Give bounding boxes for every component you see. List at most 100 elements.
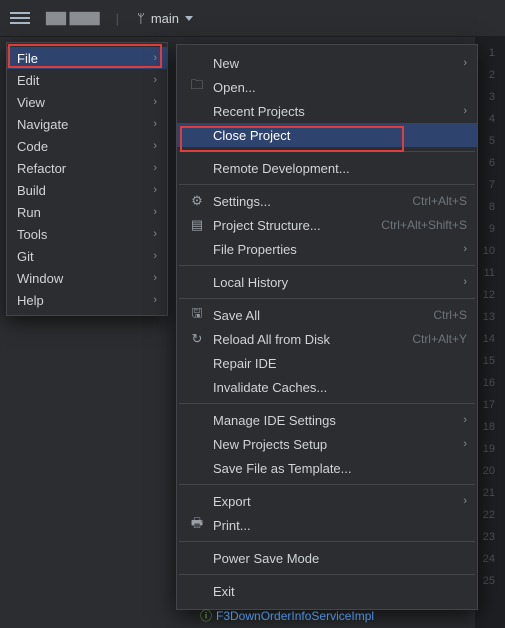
print-icon: 🖶 <box>189 514 205 536</box>
interface-icon: ⓘ <box>200 607 212 624</box>
gear-icon: ⚙ <box>189 193 205 209</box>
menu-item-shortcut: Ctrl+Alt+Y <box>412 332 467 346</box>
file-menu-item-recent-projects[interactable]: Recent Projects› <box>177 99 477 123</box>
editor-tab-label: F3DownOrderInfoServiceImpl <box>216 609 374 623</box>
chevron-right-icon: › <box>153 52 157 64</box>
main-menu-label: Git <box>17 249 34 264</box>
chevron-right-icon: › <box>153 162 157 174</box>
line-number: 24 <box>475 548 495 570</box>
chevron-right-icon: › <box>153 118 157 130</box>
file-menu-item-new-projects-setup[interactable]: New Projects Setup › <box>177 432 477 456</box>
main-menu-label: Refactor <box>17 161 66 176</box>
line-number: 12 <box>475 284 495 306</box>
main-menu-label: File <box>17 51 38 66</box>
main-menu-item-navigate[interactable]: Navigate› <box>7 113 167 135</box>
line-number: 6 <box>475 152 495 174</box>
main-menu-label: Help <box>17 293 44 308</box>
folder-icon: 🗀 <box>189 76 205 98</box>
menu-item-label: New Projects Setup <box>213 437 455 452</box>
file-menu-item-reload-all-from-disk[interactable]: ↻Reload All from DiskCtrl+Alt+Y <box>177 327 477 351</box>
file-menu-item-save-all[interactable]: 🖫Save AllCtrl+S <box>177 303 477 327</box>
line-number: 20 <box>475 460 495 482</box>
main-menu-item-tools[interactable]: Tools › <box>7 223 167 245</box>
main-menu-label: Tools <box>17 227 47 242</box>
chevron-right-icon: › <box>153 74 157 86</box>
line-number: 25 <box>475 570 495 592</box>
file-menu-item-print[interactable]: 🖶 Print... <box>177 513 477 537</box>
main-menu-item-code[interactable]: Code› <box>7 135 167 157</box>
chevron-right-icon: › <box>153 272 157 284</box>
chevron-right-icon: › <box>153 294 157 306</box>
menu-separator <box>179 574 475 575</box>
file-menu-item-exit[interactable]: Exit <box>177 579 477 603</box>
line-number: 7 <box>475 174 495 196</box>
main-menu-label: Code <box>17 139 48 154</box>
line-number: 22 <box>475 504 495 526</box>
menu-item-label: Reload All from Disk <box>213 332 404 347</box>
file-menu-item-local-history[interactable]: Local History › <box>177 270 477 294</box>
menu-separator <box>179 541 475 542</box>
menu-separator <box>179 484 475 485</box>
chevron-right-icon: › <box>153 96 157 108</box>
menu-item-shortcut: Ctrl+Alt+Shift+S <box>381 218 467 232</box>
main-menu-label: Run <box>17 205 41 220</box>
line-number: 16 <box>475 372 495 394</box>
main-menu-item-help[interactable]: Help › <box>7 289 167 311</box>
menu-item-label: Export <box>213 494 455 509</box>
chevron-right-icon: › <box>463 495 467 507</box>
file-menu-item-save-file-as-template[interactable]: Save File as Template... <box>177 456 477 480</box>
main-menu-item-run[interactable]: Run › <box>7 201 167 223</box>
file-menu-item-repair-ide[interactable]: Repair IDE <box>177 351 477 375</box>
editor-tab[interactable]: ⓘ F3DownOrderInfoServiceImpl <box>200 607 374 624</box>
main-menu-item-git[interactable]: Git› <box>7 245 167 267</box>
main-menu-label: Window <box>17 271 63 286</box>
line-number: 8 <box>475 196 495 218</box>
file-menu-item-file-properties[interactable]: File Properties› <box>177 237 477 261</box>
file-menu-item-export[interactable]: Export › <box>177 489 477 513</box>
file-menu-item-remote-development[interactable]: Remote Development... <box>177 156 477 180</box>
main-menu-item-edit[interactable]: Edit › <box>7 69 167 91</box>
file-menu-item-manage-ide-settings[interactable]: Manage IDE Settings› <box>177 408 477 432</box>
menu-item-label: File Properties <box>213 242 455 257</box>
menu-separator <box>179 403 475 404</box>
chevron-right-icon: › <box>153 228 157 240</box>
line-number: 14 <box>475 328 495 350</box>
line-number: 13 <box>475 306 495 328</box>
hamburger-menu-icon[interactable] <box>6 4 34 32</box>
menu-item-shortcut: Ctrl+S <box>433 308 467 322</box>
main-menu-item-window[interactable]: Window › <box>7 267 167 289</box>
line-number: 21 <box>475 482 495 504</box>
menu-item-label: Invalidate Caches... <box>213 380 467 395</box>
menu-item-label: Print... <box>213 518 467 533</box>
chevron-right-icon: › <box>153 206 157 218</box>
menu-item-label: Save File as Template... <box>213 461 467 476</box>
main-menu-item-file[interactable]: File › <box>7 47 167 69</box>
file-menu-item-power-save-mode[interactable]: Power Save Mode <box>177 546 477 570</box>
file-menu-item-close-project[interactable]: Close Project <box>177 123 477 147</box>
line-number: 4 <box>475 108 495 130</box>
menu-separator <box>179 298 475 299</box>
file-menu-item-project-structure[interactable]: ▤Project Structure...Ctrl+Alt+Shift+S <box>177 213 477 237</box>
top-toolbar: ▇▇ ▇▇▇ | ᛘ main <box>0 0 505 37</box>
line-number: 11 <box>475 262 495 284</box>
file-menu-item-new[interactable]: New› <box>177 51 477 75</box>
chevron-right-icon: › <box>463 276 467 288</box>
project-name[interactable]: ▇▇ ▇▇▇ <box>40 10 106 26</box>
file-menu-item-settings[interactable]: ⚙Settings...Ctrl+Alt+S <box>177 189 477 213</box>
main-menu-item-view[interactable]: View› <box>7 91 167 113</box>
menu-item-label: Exit <box>213 584 467 599</box>
file-menu-item-invalidate-caches[interactable]: Invalidate Caches... <box>177 375 477 399</box>
branch-icon: ᛘ <box>137 11 145 26</box>
git-branch-selector[interactable]: ᛘ main <box>129 11 201 26</box>
main-menu-label: Edit <box>17 73 39 88</box>
main-menu-item-build[interactable]: Build› <box>7 179 167 201</box>
file-menu-item-open[interactable]: 🗀Open... <box>177 75 477 99</box>
menu-item-label: Local History <box>213 275 455 290</box>
struct-icon: ▤ <box>189 217 205 233</box>
main-menu-item-refactor[interactable]: Refactor › <box>7 157 167 179</box>
line-number: 5 <box>475 130 495 152</box>
chevron-right-icon: › <box>463 438 467 450</box>
line-number: 9 <box>475 218 495 240</box>
menu-separator <box>179 184 475 185</box>
line-number: 19 <box>475 438 495 460</box>
